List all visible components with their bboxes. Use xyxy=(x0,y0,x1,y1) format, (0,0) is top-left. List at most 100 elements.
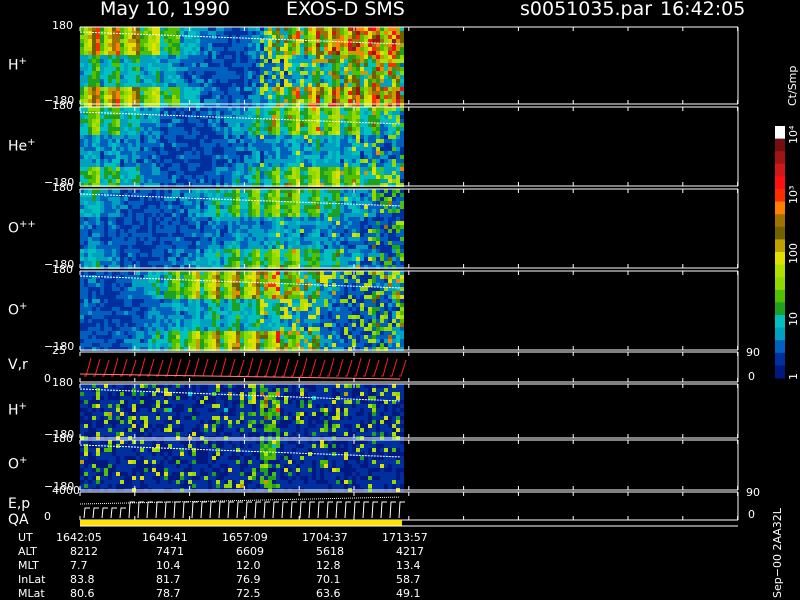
heat-cell xyxy=(352,91,356,95)
heat-cell xyxy=(124,27,128,31)
heat-cell xyxy=(308,59,312,63)
heat-cell xyxy=(268,201,272,205)
heat-cell xyxy=(276,115,280,119)
heat-cell xyxy=(248,163,252,167)
heat-cell xyxy=(232,63,236,67)
heat-cell xyxy=(336,171,340,175)
heat-cell xyxy=(372,67,376,71)
heat-cell xyxy=(124,229,128,233)
heat-cell xyxy=(276,163,280,167)
heat-cell xyxy=(396,71,400,75)
heat-cell xyxy=(224,123,228,127)
heat-cell xyxy=(116,171,120,175)
heat-cell xyxy=(192,131,196,135)
heat-cell xyxy=(84,179,88,183)
heat-cell xyxy=(100,83,104,87)
heat-cell xyxy=(104,115,108,119)
panel-o-plus-1 xyxy=(79,270,739,351)
heat-cell xyxy=(96,249,100,253)
heat-cell xyxy=(396,253,400,257)
heat-cell xyxy=(400,87,404,91)
heat-cell xyxy=(232,131,236,135)
heat-cell xyxy=(260,91,264,95)
heat-cell xyxy=(108,139,112,143)
heat-cell xyxy=(116,63,120,67)
heat-cell xyxy=(244,63,248,67)
heat-cell xyxy=(332,229,336,233)
heat-cell xyxy=(236,27,240,31)
heat-cell xyxy=(164,27,168,31)
heat-cell xyxy=(156,245,160,249)
heat-cell xyxy=(216,159,220,163)
heat-cell xyxy=(200,83,204,87)
heat-cell xyxy=(140,237,144,241)
heat-cell xyxy=(380,87,384,91)
heat-cell xyxy=(260,79,264,83)
heat-cell xyxy=(104,91,108,95)
heat-cell xyxy=(368,27,372,31)
heat-cell xyxy=(332,171,336,175)
heat-cell xyxy=(208,205,212,209)
heat-cell xyxy=(248,95,252,99)
heat-cell xyxy=(132,143,136,147)
heat-cell xyxy=(200,119,204,123)
heat-cell xyxy=(328,221,332,225)
heat-cell xyxy=(364,75,368,79)
heat-cell xyxy=(312,147,316,151)
heat-cell xyxy=(196,249,200,253)
heat-cell xyxy=(192,79,196,83)
heat-cell xyxy=(300,147,304,151)
heat-cell xyxy=(188,75,192,79)
heat-cell xyxy=(244,79,248,83)
heat-cell xyxy=(188,63,192,67)
heat-cell xyxy=(156,209,160,213)
heat-cell xyxy=(316,253,320,257)
heat-cell xyxy=(304,237,308,241)
heat-cell xyxy=(220,111,224,115)
heat-cell xyxy=(192,213,196,217)
heat-cell xyxy=(232,67,236,71)
heat-cell xyxy=(240,67,244,71)
heat-cell xyxy=(112,127,116,131)
heat-cell xyxy=(260,147,264,151)
heat-cell xyxy=(180,111,184,115)
heat-cell xyxy=(140,55,144,59)
heat-cell xyxy=(136,209,140,213)
heat-cell xyxy=(192,147,196,151)
heat-cell xyxy=(116,43,120,47)
heat-cell xyxy=(176,261,180,265)
heat-cell xyxy=(188,225,192,229)
heat-cell xyxy=(236,209,240,213)
heat-cell xyxy=(132,151,136,155)
heat-cell xyxy=(196,179,200,183)
heat-cell xyxy=(372,51,376,55)
heat-cell xyxy=(184,55,188,59)
heat-cell xyxy=(312,55,316,59)
heat-cell xyxy=(376,47,380,51)
heat-cell xyxy=(348,127,352,131)
heat-cell xyxy=(352,159,356,163)
heat-cell xyxy=(300,83,304,87)
heat-cell xyxy=(152,147,156,151)
heat-cell xyxy=(160,159,164,163)
heat-cell xyxy=(168,47,172,51)
heat-cell xyxy=(252,91,256,95)
heat-cell xyxy=(200,189,204,193)
heat-cell xyxy=(96,59,100,63)
heat-cell xyxy=(216,95,220,99)
heat-cell xyxy=(216,217,220,221)
heat-cell xyxy=(344,147,348,151)
heat-cell xyxy=(348,91,352,95)
heat-cell xyxy=(356,131,360,135)
heat-cell xyxy=(400,47,404,51)
heat-cell xyxy=(364,225,368,229)
heat-cell xyxy=(276,197,280,201)
heat-cell xyxy=(348,229,352,233)
heat-cell xyxy=(312,151,316,155)
heat-cell xyxy=(216,205,220,209)
heat-cell xyxy=(232,257,236,261)
heat-cell xyxy=(260,225,264,229)
heat-cell xyxy=(216,43,220,47)
heat-cell xyxy=(168,193,172,197)
heat-cell xyxy=(360,155,364,159)
